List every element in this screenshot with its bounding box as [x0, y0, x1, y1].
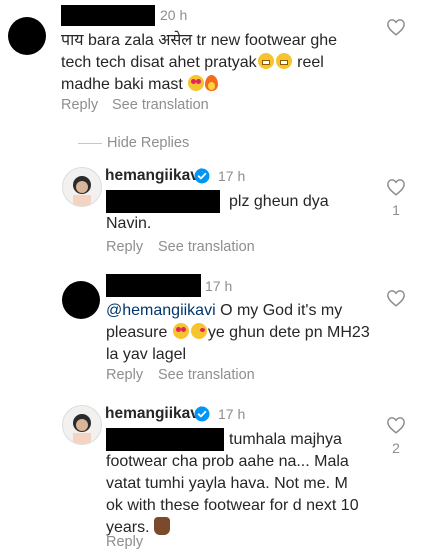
comment-text: footwear cha prob aahe na... Mala vatat …	[106, 451, 406, 539]
avatar[interactable]	[8, 17, 46, 55]
comment-text-line: tumhala majhya	[229, 431, 342, 448]
fire-emoji-icon	[205, 75, 219, 91]
grimace-emoji-icon	[257, 53, 274, 69]
see-translation-button[interactable]: See translation	[158, 367, 255, 383]
heart-eyes-emoji-icon	[172, 323, 189, 339]
username-redacted[interactable]	[106, 274, 201, 297]
comment-text-fragment: madhe baki mast	[61, 76, 188, 93]
mention-redacted	[106, 428, 224, 451]
profile-photo-icon	[73, 176, 91, 206]
username[interactable]: hemangiikavi	[105, 167, 203, 185]
like-count: 1	[392, 202, 400, 218]
comment-text: @hemangiikavi O my God it's my pleasure …	[106, 300, 396, 366]
heart-outline-icon[interactable]	[386, 18, 406, 36]
username-redacted[interactable]	[61, 5, 155, 26]
grimace-emoji-icon	[275, 53, 292, 69]
heart-outline-icon[interactable]	[386, 289, 406, 307]
avatar[interactable]	[62, 281, 100, 319]
see-translation-button[interactable]: See translation	[158, 239, 255, 255]
reply-button[interactable]: Reply	[106, 367, 143, 383]
heart-eyes-emoji-icon	[188, 75, 205, 91]
comment-text-fragment: ye ghun dete pn MH23	[207, 324, 370, 341]
avatar[interactable]	[62, 167, 102, 207]
heart-outline-icon[interactable]	[386, 416, 406, 434]
reply-button[interactable]: Reply	[106, 534, 143, 550]
comment-text-fragment: pleasure	[106, 324, 172, 341]
mention-redacted	[106, 190, 220, 213]
heart-outline-icon[interactable]	[386, 178, 406, 196]
comment-text-line: plz gheun dya	[229, 193, 329, 210]
like-count: 2	[392, 440, 400, 456]
hide-replies-button[interactable]: Hide Replies	[107, 135, 189, 151]
comment-text-line: years.	[106, 517, 406, 539]
kissing-emoji-icon	[190, 323, 207, 339]
comment-text-line: madhe baki mast	[61, 74, 381, 96]
comment-time: 17 h	[218, 406, 246, 422]
comment-text-line: footwear cha prob aahe na... Mala	[106, 453, 349, 470]
comment-time: 17 h	[218, 168, 246, 184]
see-translation-button[interactable]: See translation	[112, 97, 209, 113]
mention-link[interactable]: @hemangiikavi	[106, 302, 216, 319]
comment-text-line: @hemangiikavi O my God it's my	[106, 300, 396, 322]
reply-button[interactable]: Reply	[106, 239, 143, 255]
comment-text-line: tech tech disat ahet pratyak reel	[61, 52, 381, 74]
replies-divider	[78, 143, 102, 144]
comment-time: 17 h	[205, 278, 233, 294]
comment-text-line: पाय bara zala असेल tr new footwear ghe	[61, 32, 338, 49]
rock-on-hand-emoji-icon	[154, 517, 171, 535]
comment-text: पाय bara zala असेल tr new footwear ghe t…	[61, 30, 381, 96]
verified-badge-icon	[194, 168, 210, 184]
comment-text-line: la yav lagel	[106, 346, 187, 363]
comment-time: 20 h	[160, 7, 188, 23]
comment-text-fragment: O my God it's my	[215, 302, 343, 319]
avatar[interactable]	[62, 405, 102, 445]
profile-photo-icon	[73, 414, 91, 444]
username[interactable]: hemangiikavi	[105, 405, 203, 423]
comment-text-fragment: tech tech disat ahet pratyak	[61, 54, 257, 71]
comment-text-fragment: reel	[292, 54, 324, 71]
comment-text-line: pleasure ye ghun dete pn MH23	[106, 322, 396, 344]
verified-badge-icon	[194, 406, 210, 422]
comment-text-line: Navin.	[106, 215, 152, 232]
comment-text-line: vatat tumhi yayla hava. Not me. M	[106, 475, 348, 492]
comment-text-line: ok with these footwear for d next 10	[106, 497, 359, 514]
reply-button[interactable]: Reply	[61, 97, 98, 113]
